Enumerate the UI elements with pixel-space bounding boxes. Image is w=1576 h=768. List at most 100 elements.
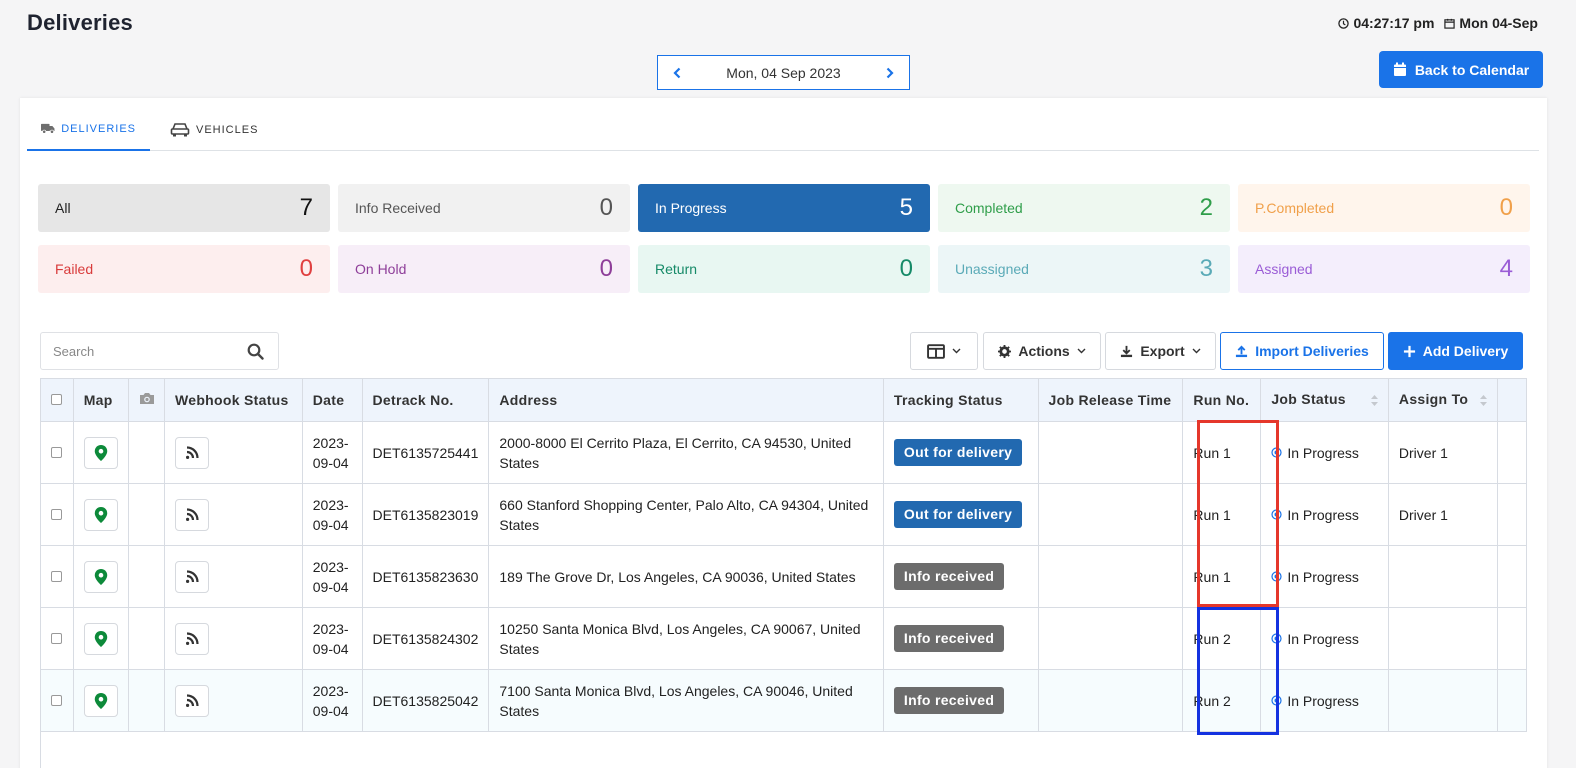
webhook-button[interactable]	[174, 498, 209, 531]
status-filter-completed[interactable]: Completed 2	[938, 184, 1230, 232]
select-all-checkbox[interactable]	[51, 394, 62, 405]
tracking-status-cell: Out for delivery	[883, 483, 1039, 546]
tracking-status-cell: Info received	[883, 545, 1039, 608]
column-header-tracking-status[interactable]: Tracking Status	[883, 378, 1039, 422]
webhook-button[interactable]	[174, 436, 209, 469]
calendar-icon	[1393, 62, 1406, 76]
column-header-overflow	[1497, 378, 1527, 422]
map-button[interactable]	[83, 436, 118, 469]
back-to-calendar-label: Back to Calendar	[1414, 61, 1530, 78]
overflow-cell	[1497, 669, 1527, 732]
column-header-assign-to-label: Assign To	[1398, 391, 1469, 407]
status-filter-label: Assigned	[1255, 261, 1313, 277]
clock-date: Mon 04-Sep	[1459, 15, 1538, 31]
status-filter-in-progress[interactable]: In Progress 5	[638, 184, 930, 232]
add-delivery-label: Add Delivery	[1422, 343, 1509, 359]
export-button[interactable]: Export	[1105, 332, 1216, 370]
status-filter-unassigned[interactable]: Unassigned 3	[938, 245, 1230, 293]
export-label: Export	[1140, 343, 1185, 359]
status-filter-count: 5	[899, 194, 913, 221]
map-button[interactable]	[83, 498, 118, 531]
actions-label: Actions	[1018, 343, 1070, 359]
column-header-assign-to[interactable]: Assign To	[1388, 378, 1498, 422]
column-header-job-status[interactable]: Job Status	[1260, 378, 1389, 422]
actions-button[interactable]: Actions	[983, 332, 1101, 370]
search-icon[interactable]	[247, 343, 264, 360]
column-header-date[interactable]: Date	[302, 378, 363, 422]
rss-icon	[185, 569, 199, 583]
tab-bar: DELIVERIES VEHICLES	[27, 108, 1539, 151]
overflow-cell	[1497, 545, 1527, 608]
deliveries-card: DELIVERIES VEHICLES All 7 Info Received 0 In…	[20, 98, 1547, 768]
table-row[interactable]: 2023- 09-04 DET6135825042 7100 Santa Monica…	[41, 669, 1527, 732]
row-checkbox[interactable]	[51, 694, 62, 706]
date-line: 2023-	[312, 434, 349, 451]
detrack-no-cell: DET6135823630	[362, 545, 490, 608]
column-header-detrack-no[interactable]: Detrack No.	[362, 378, 490, 422]
tab-deliveries[interactable]: DELIVERIES	[27, 108, 150, 151]
import-deliveries-button[interactable]: Import Deliveries	[1220, 332, 1384, 370]
date-cell: 2023- 09-04	[302, 483, 363, 546]
column-toggle-button[interactable]	[910, 332, 978, 370]
map-button[interactable]	[83, 684, 118, 717]
clock-time: 04:27:17 pm	[1353, 15, 1435, 31]
next-date-button[interactable]	[883, 66, 897, 80]
status-filter-all[interactable]: All 7	[38, 184, 330, 232]
gear-icon	[998, 344, 1012, 358]
row-checkbox[interactable]	[51, 508, 62, 520]
tracking-status-cell: Info received	[883, 607, 1039, 670]
table-row[interactable]: 2023- 09-04 DET6135823019 660 Stanford Shop…	[41, 483, 1527, 546]
chevron-down-icon	[1077, 348, 1086, 354]
photo-cell	[128, 483, 165, 546]
column-header-job-release-time[interactable]: Job Release Time	[1038, 378, 1184, 422]
job-status-cell: In Progress	[1260, 607, 1389, 670]
table-row[interactable]: 2023- 09-04 DET6135725441 2000-8000 El Cerr…	[41, 421, 1527, 484]
photo-cell	[128, 607, 165, 670]
webhook-button[interactable]	[174, 622, 209, 655]
status-filter-return[interactable]: Return 0	[638, 245, 930, 293]
map-button[interactable]	[83, 560, 118, 593]
status-filter-count: 2	[1199, 194, 1213, 221]
table-row[interactable]: 2023- 09-04 DET6135824302 10250 Santa Monic…	[41, 607, 1527, 670]
status-filter-count: 0	[299, 255, 313, 282]
table-header-row: Map Webhook Status Date Detrack No. Addr…	[41, 378, 1527, 422]
map-button[interactable]	[83, 622, 118, 655]
row-checkbox[interactable]	[51, 570, 62, 582]
date-line: 09-04	[312, 578, 349, 595]
status-filter-assigned[interactable]: Assigned 4	[1238, 245, 1530, 293]
date-line: 2023-	[312, 620, 349, 637]
rss-icon	[185, 507, 199, 521]
rss-icon	[185, 631, 199, 645]
job-status-cell: In Progress	[1260, 421, 1389, 484]
status-filter-info-received[interactable]: Info Received 0	[338, 184, 630, 232]
job-status-label: In Progress	[1287, 630, 1359, 647]
current-date-label[interactable]: Mon, 04 Sep 2023	[726, 65, 840, 81]
back-to-calendar-button[interactable]: Back to Calendar	[1379, 51, 1543, 88]
deliveries-table-container: Map Webhook Status Date Detrack No. Addr…	[40, 378, 1527, 768]
job-release-time-cell	[1038, 607, 1184, 670]
rss-icon	[185, 445, 199, 459]
search-input[interactable]	[53, 343, 223, 359]
status-filter-on-hold[interactable]: On Hold 0	[338, 245, 630, 293]
column-header-map[interactable]: Map	[73, 378, 129, 422]
chevron-left-icon	[673, 67, 681, 78]
column-header-run-no[interactable]: Run No.	[1182, 378, 1262, 422]
date-cell: 2023- 09-04	[302, 669, 363, 732]
address-cell: 7100 Santa Monica Blvd, Los Angeles, CA …	[488, 669, 884, 732]
row-checkbox[interactable]	[51, 446, 62, 458]
previous-date-button[interactable]	[670, 66, 684, 80]
status-filter-failed[interactable]: Failed 0	[38, 245, 330, 293]
tab-vehicles[interactable]: VEHICLES	[156, 108, 272, 151]
webhook-button[interactable]	[174, 560, 209, 593]
job-status-label: In Progress	[1287, 444, 1359, 461]
column-header-address[interactable]: Address	[488, 378, 884, 422]
date-navigator: Mon, 04 Sep 2023	[657, 55, 910, 90]
download-icon	[1121, 345, 1133, 357]
webhook-button[interactable]	[174, 684, 209, 717]
row-checkbox[interactable]	[51, 632, 62, 644]
status-filter-p-completed[interactable]: P.Completed 0	[1238, 184, 1530, 232]
column-header-webhook-status[interactable]: Webhook Status	[164, 378, 303, 422]
date-line: 09-04	[312, 516, 349, 533]
table-row[interactable]: 2023- 09-04 DET6135823630 189 The Grove Dr,…	[41, 545, 1527, 608]
add-delivery-button[interactable]: Add Delivery	[1388, 332, 1523, 370]
